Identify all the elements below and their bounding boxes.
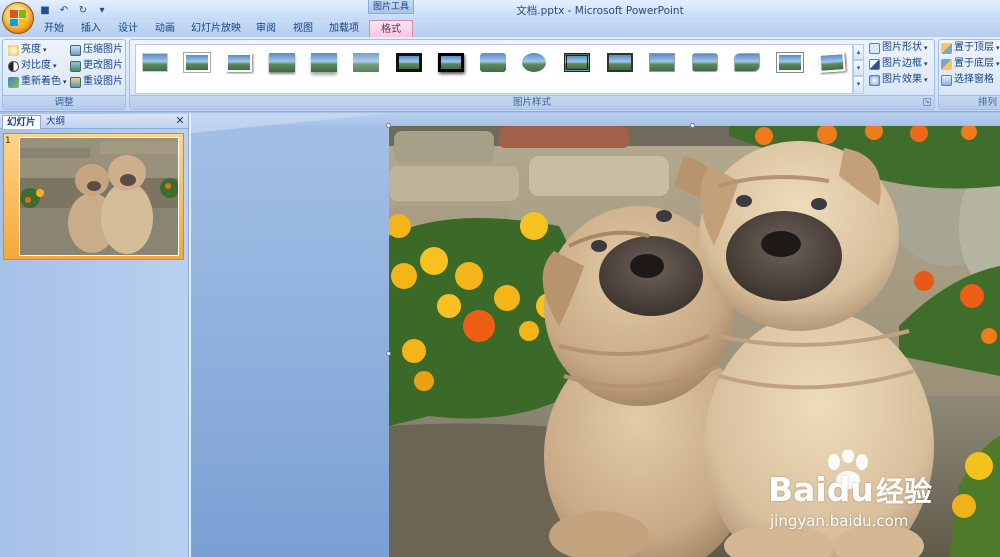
contrast-label: 对比度 [21, 60, 51, 71]
style-thumb[interactable] [777, 53, 803, 72]
ribbon: 亮度 ▾ 对比度 ▾ 重新着色 ▾ 压缩图片 更改图片 重设图片 调整 图片样式 ↘ [0, 37, 1000, 112]
bring-to-front-icon [941, 42, 952, 54]
style-thumb[interactable] [311, 53, 337, 72]
picture-effects-button[interactable]: 图片效果 ▾ [869, 73, 928, 87]
tab-addins[interactable]: 加载项 [323, 20, 365, 37]
office-logo-icon [10, 10, 26, 26]
customize-qat-icon[interactable]: ▾ [95, 4, 109, 17]
picture-shape-icon [869, 42, 880, 54]
ribbon-tab-bar: 开始 插入 设计 动画 幻灯片放映 审阅 视图 加载项 格式 [0, 20, 1000, 37]
style-thumb[interactable] [269, 53, 295, 72]
style-thumb[interactable] [396, 53, 422, 72]
change-picture-icon [70, 60, 81, 72]
picture-effects-icon [869, 74, 880, 86]
style-thumb[interactable] [353, 53, 379, 72]
send-to-back-button[interactable]: 置于底层 ▾ [941, 57, 1000, 71]
watermark-brand: Baidu经验 [768, 470, 932, 510]
tab-view[interactable]: 视图 [286, 20, 320, 37]
style-thumb[interactable] [818, 52, 846, 73]
selection-pane-icon [941, 74, 952, 86]
brightness-icon [8, 44, 19, 56]
watermark-brand-cn: 经验 [875, 475, 932, 508]
tab-animations[interactable]: 动画 [148, 20, 182, 37]
contrast-button[interactable]: 对比度 ▾ [8, 59, 57, 73]
style-thumb[interactable] [522, 53, 546, 72]
tab-design[interactable]: 设计 [111, 20, 145, 37]
send-to-back-icon [941, 58, 952, 70]
style-thumb[interactable] [692, 53, 718, 72]
style-thumb[interactable] [607, 53, 633, 72]
save-icon[interactable]: ■ [38, 4, 52, 17]
selection-pane-label: 选择窗格 [954, 74, 994, 85]
gallery-more-icon[interactable]: ▾ [853, 76, 864, 94]
puppies-thumbnail-image [20, 138, 178, 255]
brightness-button[interactable]: 亮度 ▾ [8, 43, 47, 57]
resize-handle[interactable] [386, 123, 391, 128]
compress-label: 压缩图片 [83, 44, 123, 55]
style-thumb[interactable] [226, 53, 252, 72]
quick-access-toolbar: ■ ↶ ↻ ▾ [38, 3, 109, 18]
picture-border-label: 图片边框 [882, 58, 922, 69]
baidu-watermark: Baidu经验 jingyan.baidu.com [768, 450, 1000, 540]
close-icon[interactable]: ✕ [174, 115, 186, 127]
style-thumb[interactable] [142, 53, 168, 72]
slide-number: 1 [5, 136, 11, 146]
reset-picture-icon [70, 76, 81, 88]
group-label-picture-styles: 图片样式 [130, 95, 934, 109]
style-thumb[interactable] [438, 53, 464, 72]
redo-icon[interactable]: ↻ [76, 4, 90, 17]
style-thumb[interactable] [734, 53, 760, 72]
style-thumb[interactable] [649, 53, 675, 72]
change-picture-label: 更改图片 [83, 60, 123, 71]
tab-slides[interactable]: 幻灯片 [2, 115, 41, 129]
dialog-launcher-icon[interactable]: ↘ [923, 98, 931, 106]
contrast-icon [8, 60, 19, 72]
office-button[interactable] [2, 2, 34, 34]
watermark-brand-bai: Bai [768, 470, 827, 509]
contextual-tab-group-label: 图片工具 [368, 0, 414, 14]
compress-pictures-button[interactable]: 压缩图片 [70, 43, 123, 57]
recolor-button[interactable]: 重新着色 ▾ [8, 75, 67, 89]
brightness-label: 亮度 [21, 44, 41, 55]
selection-pane-button[interactable]: 选择窗格 [941, 73, 994, 87]
compress-icon [70, 44, 81, 56]
picture-border-icon [869, 58, 880, 70]
style-thumb[interactable] [184, 53, 210, 72]
watermark-brand-du: du [826, 470, 874, 509]
group-label-adjust: 调整 [3, 95, 125, 109]
tab-home[interactable]: 开始 [37, 20, 71, 37]
style-thumb[interactable] [480, 53, 506, 72]
picture-border-button[interactable]: 图片边框 ▾ [869, 57, 928, 71]
recolor-icon [8, 76, 19, 88]
undo-icon[interactable]: ↶ [57, 4, 71, 17]
window-title: 文档.pptx - Microsoft PowerPoint [516, 5, 684, 17]
tab-slideshow[interactable]: 幻灯片放映 [186, 20, 246, 37]
bring-to-front-button[interactable]: 置于顶层 ▾ [941, 41, 1000, 55]
gallery-scroll-down-icon[interactable]: ▾ [853, 60, 864, 76]
tab-format[interactable]: 格式 [369, 20, 413, 37]
picture-shape-button[interactable]: 图片形状 ▾ [869, 41, 928, 55]
picture-style-gallery [135, 44, 853, 94]
change-picture-button[interactable]: 更改图片 [70, 59, 123, 73]
style-thumb[interactable] [564, 53, 590, 72]
slide-thumbnail-image[interactable] [19, 137, 179, 256]
watermark-url: jingyan.baidu.com [770, 512, 909, 530]
reset-picture-label: 重设图片 [83, 76, 123, 87]
resize-handle[interactable] [690, 123, 695, 128]
send-to-back-label: 置于底层 [954, 58, 994, 69]
group-adjust: 亮度 ▾ 对比度 ▾ 重新着色 ▾ 压缩图片 更改图片 重设图片 调整 [2, 39, 126, 110]
tab-review[interactable]: 审阅 [249, 20, 283, 37]
group-label-arrange: 排列 [939, 95, 1000, 109]
tab-insert[interactable]: 插入 [74, 20, 108, 37]
bring-to-front-label: 置于顶层 [954, 42, 994, 53]
tab-outline[interactable]: 大纲 [42, 115, 69, 129]
reset-picture-button[interactable]: 重设图片 [70, 75, 123, 89]
gallery-scroll-up-icon[interactable]: ▴ [853, 44, 864, 60]
panel-tab-bar: 幻灯片 大纲 [0, 114, 188, 129]
resize-handle[interactable] [386, 351, 391, 356]
recolor-label: 重新着色 [21, 76, 61, 87]
workspace-corner-decoration [191, 113, 391, 133]
picture-effects-label: 图片效果 [882, 74, 922, 85]
picture-shape-label: 图片形状 [882, 42, 922, 53]
